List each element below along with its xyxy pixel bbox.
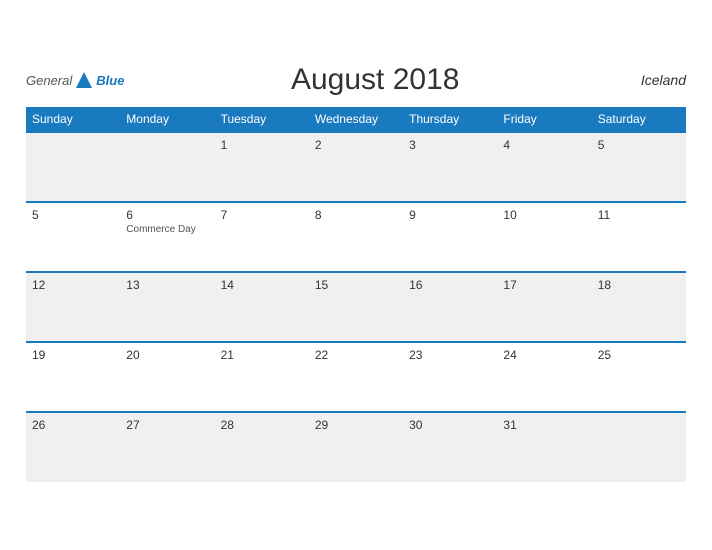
calendar-day-cell: 13: [120, 272, 214, 342]
calendar-day-cell: 11: [592, 202, 686, 272]
holiday-label: Commerce Day: [126, 224, 208, 235]
weekday-header: Tuesday: [215, 107, 309, 132]
logo-general-text: General: [26, 73, 72, 88]
day-number: 22: [315, 348, 397, 362]
day-number: 8: [315, 208, 397, 222]
calendar-day-cell: 27: [120, 412, 214, 482]
day-number: 28: [221, 418, 303, 432]
calendar-day-cell: 7: [215, 202, 309, 272]
calendar-day-cell: 4: [497, 132, 591, 202]
calendar-week-row: 26 27 28 29 30 31: [26, 412, 686, 482]
calendar-day-cell: 18: [592, 272, 686, 342]
day-number: 5: [32, 208, 114, 222]
day-number: 25: [598, 348, 680, 362]
month-title: August 2018: [124, 63, 626, 97]
weekday-header: Monday: [120, 107, 214, 132]
day-number: 23: [409, 348, 491, 362]
day-number: 9: [409, 208, 491, 222]
calendar-day-cell: [26, 132, 120, 202]
day-number: 15: [315, 278, 397, 292]
calendar-day-cell: 8: [309, 202, 403, 272]
weekday-header: Saturday: [592, 107, 686, 132]
weekday-header: Sunday: [26, 107, 120, 132]
day-number: 20: [126, 348, 208, 362]
calendar-day-cell: 5: [26, 202, 120, 272]
day-number: 21: [221, 348, 303, 362]
calendar-day-cell: 31: [497, 412, 591, 482]
calendar-day-cell: [120, 132, 214, 202]
country-label: Iceland: [626, 72, 686, 88]
calendar-day-cell: 25: [592, 342, 686, 412]
calendar-day-cell: [592, 412, 686, 482]
calendar-day-cell: 16: [403, 272, 497, 342]
day-number: 6: [126, 208, 208, 222]
logo-icon: [74, 70, 94, 90]
calendar-day-cell: 9: [403, 202, 497, 272]
calendar-day-cell: 26: [26, 412, 120, 482]
calendar-day-cell: 15: [309, 272, 403, 342]
day-number: 13: [126, 278, 208, 292]
day-number: 16: [409, 278, 491, 292]
calendar-week-row: 12 13 14 15 16 17 18: [26, 272, 686, 342]
day-number: 12: [32, 278, 114, 292]
calendar-day-cell: 21: [215, 342, 309, 412]
calendar-day-cell: 24: [497, 342, 591, 412]
day-number: 2: [315, 138, 397, 152]
calendar-day-cell: 17: [497, 272, 591, 342]
calendar-table: SundayMondayTuesdayWednesdayThursdayFrid…: [26, 107, 686, 482]
calendar-day-cell: 2: [309, 132, 403, 202]
calendar-day-cell: 5: [592, 132, 686, 202]
day-number: 19: [32, 348, 114, 362]
calendar-week-row: 19 20 21 22 23 24 25: [26, 342, 686, 412]
day-number: 1: [221, 138, 303, 152]
day-number: 29: [315, 418, 397, 432]
calendar-day-cell: 29: [309, 412, 403, 482]
calendar-week-row: 56 Commerce Day 789 10 11: [26, 202, 686, 272]
day-number: 30: [409, 418, 491, 432]
calendar-day-cell: 23: [403, 342, 497, 412]
day-number: 31: [503, 418, 585, 432]
calendar-header: General Blue August 2018 Iceland: [26, 63, 686, 97]
calendar-day-cell: 6 Commerce Day: [120, 202, 214, 272]
day-number: 4: [503, 138, 585, 152]
calendar-day-cell: 22: [309, 342, 403, 412]
calendar-day-cell: 1: [215, 132, 309, 202]
calendar-day-cell: 12: [26, 272, 120, 342]
day-number: 18: [598, 278, 680, 292]
day-number: 17: [503, 278, 585, 292]
calendar-week-row: 12345: [26, 132, 686, 202]
weekday-header: Thursday: [403, 107, 497, 132]
calendar-day-cell: 10: [497, 202, 591, 272]
weekday-header: Wednesday: [309, 107, 403, 132]
day-number: 7: [221, 208, 303, 222]
weekday-header-row: SundayMondayTuesdayWednesdayThursdayFrid…: [26, 107, 686, 132]
logo: General Blue: [26, 70, 124, 90]
logo-blue-text: Blue: [96, 73, 124, 88]
calendar-day-cell: 3: [403, 132, 497, 202]
calendar-day-cell: 28: [215, 412, 309, 482]
calendar-container: General Blue August 2018 Iceland SundayM…: [11, 53, 701, 497]
day-number: 10: [503, 208, 585, 222]
day-number: 5: [598, 138, 680, 152]
calendar-day-cell: 14: [215, 272, 309, 342]
calendar-day-cell: 30: [403, 412, 497, 482]
calendar-day-cell: 19: [26, 342, 120, 412]
weekday-header: Friday: [497, 107, 591, 132]
day-number: 11: [598, 208, 680, 222]
day-number: 14: [221, 278, 303, 292]
day-number: 3: [409, 138, 491, 152]
calendar-day-cell: 20: [120, 342, 214, 412]
day-number: 24: [503, 348, 585, 362]
day-number: 27: [126, 418, 208, 432]
day-number: 26: [32, 418, 114, 432]
